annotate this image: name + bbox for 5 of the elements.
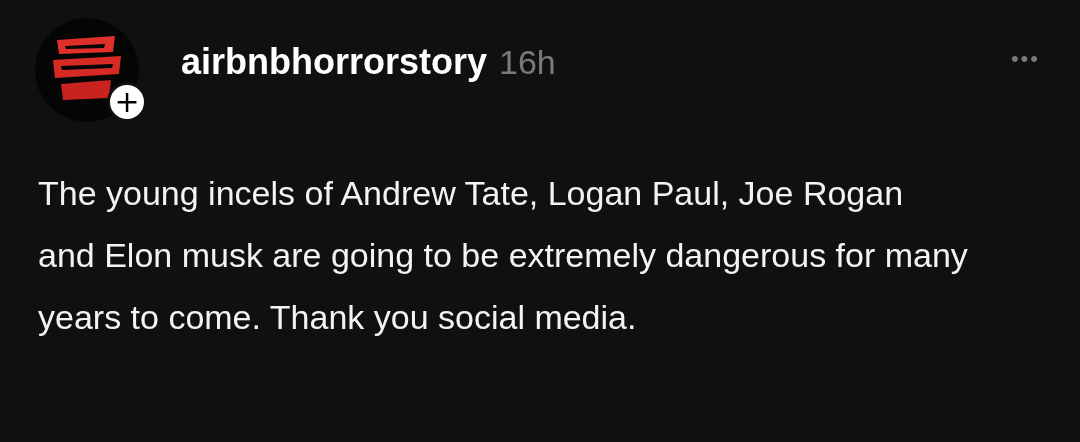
author-name[interactable]: airbnbhorrorstory: [181, 44, 488, 80]
post-text: The young incels of Andrew Tate, Logan Paul, Joe Rogan and Elon musk are going to be extremely dangerous for many years to come. Thank you social media.: [38, 173, 968, 338]
post-time: 16h: [499, 45, 556, 79]
follow-badge[interactable]: +: [107, 82, 147, 122]
more-options[interactable]: •••: [1010, 48, 1040, 70]
